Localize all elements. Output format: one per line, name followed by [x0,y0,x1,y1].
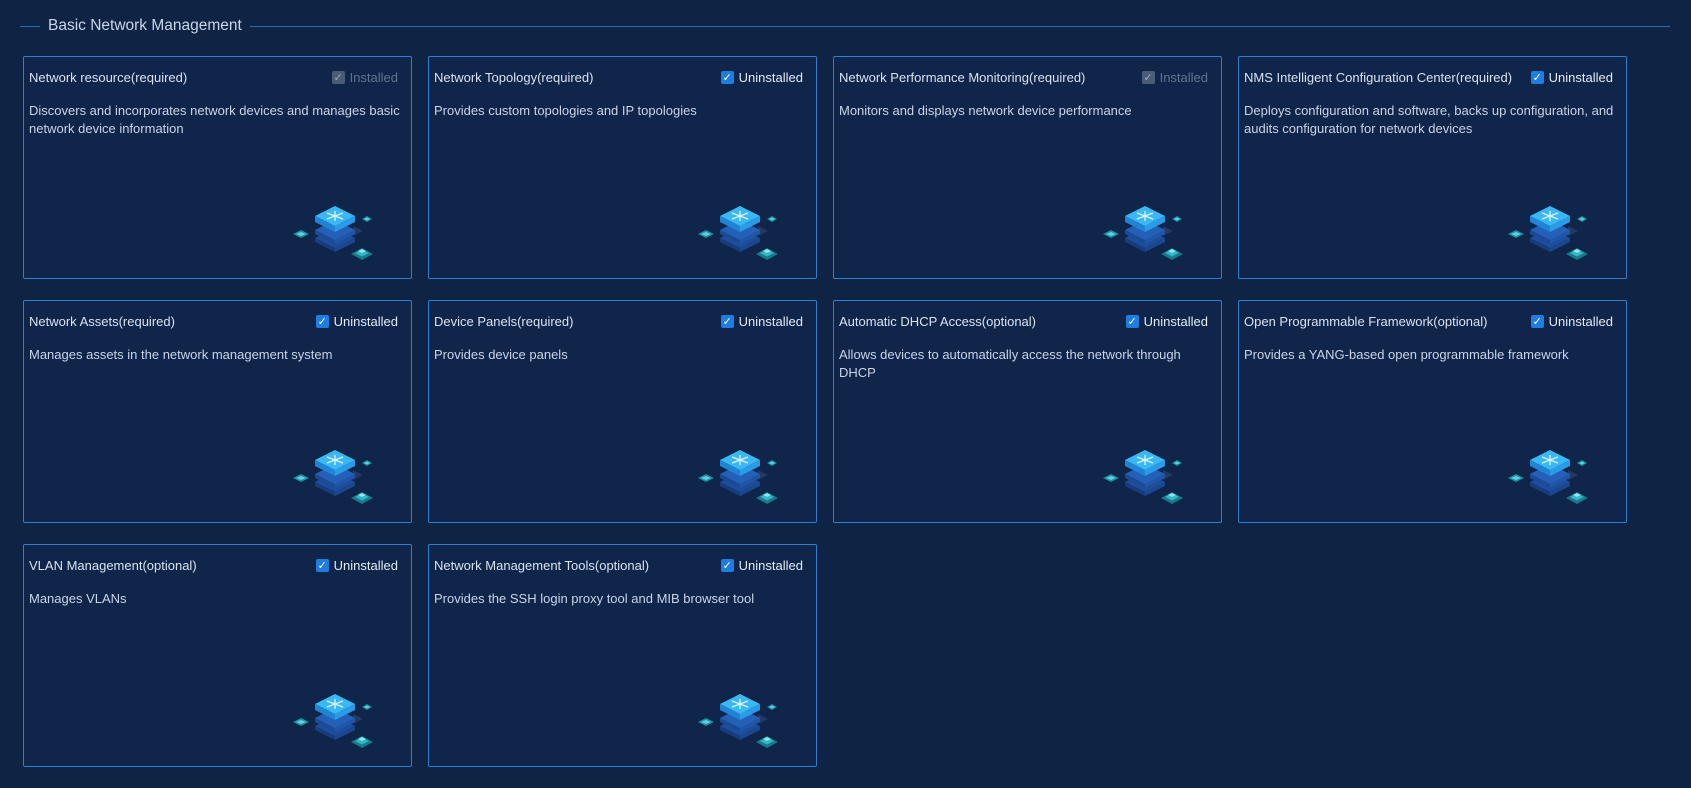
component-description: Allows devices to automatically access t… [839,347,1181,380]
component-name: Network resource(required) [29,70,188,85]
component-card: NMS Intelligent Configuration Center(req… [1238,56,1627,279]
checkbox-check-icon[interactable]: ✓ [315,559,329,572]
install-status-label: Uninstalled [738,70,803,85]
stacked-server-layers-icon [1103,450,1183,504]
stacked-server-layers-icon [698,694,778,748]
checkbox-check-icon[interactable]: ✓ [720,559,734,572]
component-name: Network Assets(required) [29,314,175,329]
install-status-label: Uninstalled [738,558,803,573]
install-status-label: Uninstalled [738,314,803,329]
stacked-server-layers-icon [1103,206,1183,260]
install-status-label: Installed [349,70,398,85]
component-name: Network Performance Monitoring(required) [839,70,1086,85]
install-status-checkbox[interactable]: ✓ Uninstalled [720,314,803,329]
component-description: Provides device panels [434,347,568,362]
component-description: Deploys configuration and software, back… [1244,103,1614,136]
component-description: Discovers and incorporates network devic… [29,103,400,136]
component-card: Device Panels(required) ✓ Uninstalled Pr… [428,300,817,523]
component-name: Network Topology(required) [434,70,594,85]
section-title: Basic Network Management [48,17,242,34]
component-name: VLAN Management(optional) [29,558,197,573]
section-divider-right [249,25,1670,27]
install-status-checkbox[interactable]: ✓ Uninstalled [720,558,803,573]
component-description: Provides custom topologies and IP topolo… [434,103,697,118]
checkbox-check-icon[interactable]: ✓ [1530,315,1544,328]
install-status-label: Uninstalled [333,314,398,329]
component-name: Network Management Tools(optional) [434,558,650,573]
install-status-checkbox[interactable]: ✓ Uninstalled [315,558,398,573]
install-status-checkbox: ✓ Installed [331,70,398,85]
install-status-checkbox: ✓ Installed [1141,70,1208,85]
component-card: Automatic DHCP Access(optional) ✓ Uninst… [833,300,1222,523]
component-card: Network Assets(required) ✓ Uninstalled M… [23,300,412,523]
checkbox-check-icon[interactable]: ✓ [720,315,734,328]
install-status-label: Uninstalled [1548,314,1613,329]
checkbox-check-icon[interactable]: ✓ [1530,71,1544,84]
checkbox-check-icon: ✓ [331,71,345,84]
checkbox-check-icon[interactable]: ✓ [720,71,734,84]
stacked-server-layers-icon [293,206,373,260]
install-status-label: Installed [1159,70,1208,85]
install-status-label: Uninstalled [1548,70,1613,85]
component-name: NMS Intelligent Configuration Center(req… [1244,70,1513,85]
component-card: Network Topology(required) ✓ Uninstalled… [428,56,817,279]
component-card: Open Programmable Framework(optional) ✓ … [1238,300,1627,523]
component-card: Network resource(required) ✓ Installed D… [23,56,412,279]
component-card: Network Performance Monitoring(required)… [833,56,1222,279]
install-status-label: Uninstalled [1143,314,1208,329]
install-status-checkbox[interactable]: ✓ Uninstalled [315,314,398,329]
component-description: Manages assets in the network management… [29,347,333,362]
install-status-checkbox[interactable]: ✓ Uninstalled [720,70,803,85]
component-card: VLAN Management(optional) ✓ Uninstalled … [23,544,412,767]
section-divider-left [20,25,40,27]
component-name: Device Panels(required) [434,314,574,329]
component-name: Open Programmable Framework(optional) [1244,314,1488,329]
checkbox-check-icon: ✓ [1141,71,1155,84]
section-header: Basic Network Management [20,12,1670,40]
component-description: Monitors and displays network device per… [839,103,1132,118]
component-description: Manages VLANs [29,591,127,606]
stacked-server-layers-icon [1508,206,1588,260]
component-name: Automatic DHCP Access(optional) [839,314,1037,329]
install-status-checkbox[interactable]: ✓ Uninstalled [1530,70,1613,85]
component-card-grid: Network resource(required) ✓ Installed D… [23,56,1627,767]
component-description: Provides a YANG-based open programmable … [1244,347,1569,362]
install-status-checkbox[interactable]: ✓ Uninstalled [1530,314,1613,329]
stacked-server-layers-icon [293,694,373,748]
stacked-server-layers-icon [698,450,778,504]
checkbox-check-icon[interactable]: ✓ [1125,315,1139,328]
stacked-server-layers-icon [293,450,373,504]
stacked-server-layers-icon [1508,450,1588,504]
component-description: Provides the SSH login proxy tool and MI… [434,591,755,606]
install-status-checkbox[interactable]: ✓ Uninstalled [1125,314,1208,329]
component-card: Network Management Tools(optional) ✓ Uni… [428,544,817,767]
install-status-label: Uninstalled [333,558,398,573]
stacked-server-layers-icon [698,206,778,260]
checkbox-check-icon[interactable]: ✓ [315,315,329,328]
